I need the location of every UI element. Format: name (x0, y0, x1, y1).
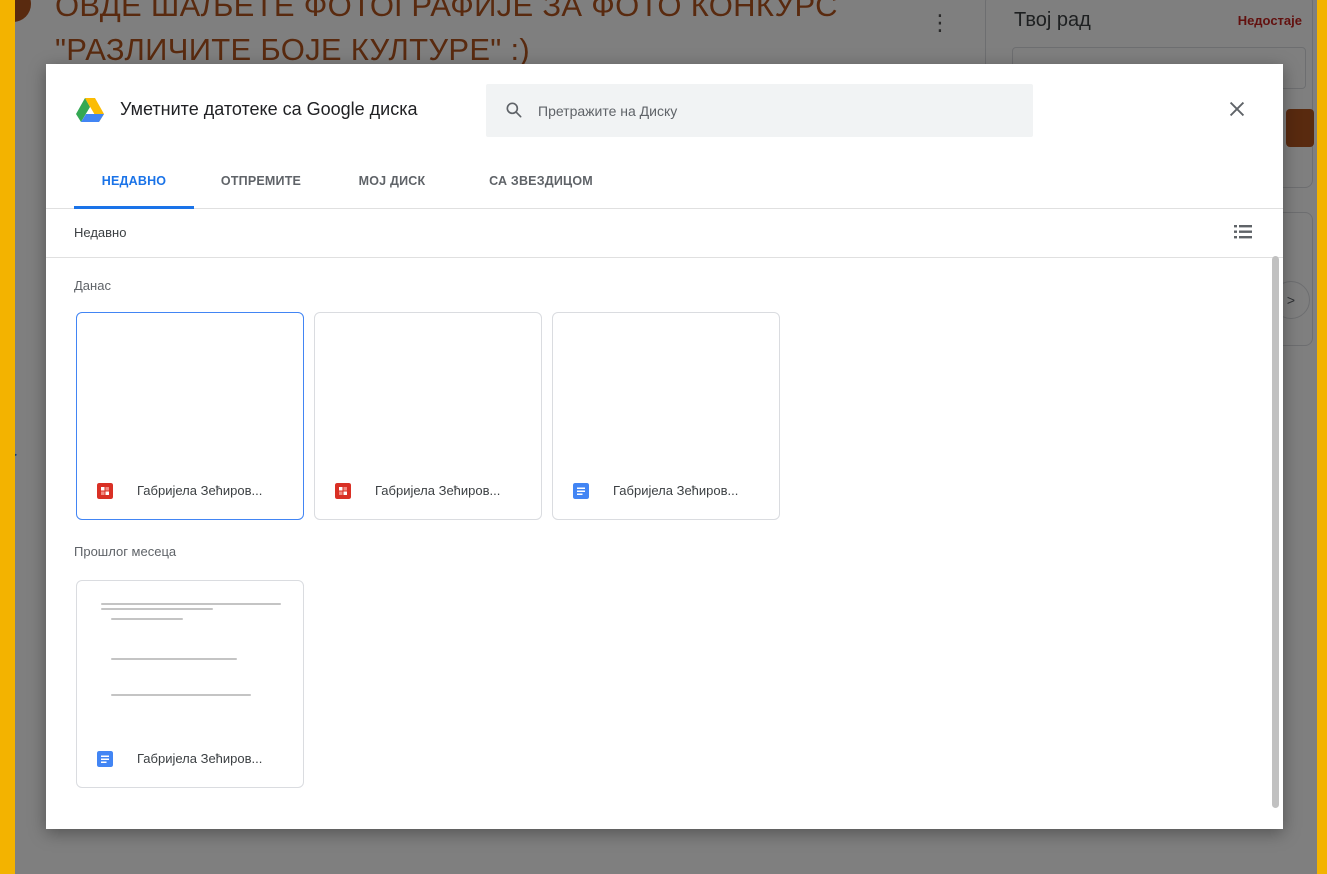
file-name: Габријела Зећиров... (137, 751, 263, 766)
tab-bar: НЕДАВНО ОТПРЕМИТЕ МОЈ ДИСК СА ЗВЕЗДИЦОМ (46, 156, 1283, 209)
file-footer: Габријела Зећиров... (97, 751, 295, 769)
tab-starred[interactable]: СА ЗВЕЗДИЦОМ (466, 156, 616, 208)
file-card[interactable]: Габријела Зећиров... (552, 312, 780, 520)
search-input[interactable] (536, 96, 1010, 126)
file-card[interactable]: Габријела Зећиров... (76, 580, 304, 788)
dialog-header: Уметните датотеке са Google диска (46, 64, 1283, 156)
drive-picker-dialog: Уметните датотеке са Google диска НЕДАВН… (46, 64, 1283, 829)
tab-my-drive[interactable]: МОЈ ДИСК (338, 156, 446, 208)
dialog-title: Уметните датотеке са Google диска (120, 99, 418, 119)
file-name: Габријела Зећиров... (375, 483, 501, 498)
tab-recent[interactable]: НЕДАВНО (74, 156, 194, 209)
scrollbar[interactable] (1272, 256, 1279, 808)
tab-upload[interactable]: ОТПРЕМИТЕ (206, 156, 316, 208)
file-card[interactable]: Габријела Зећиров... (76, 312, 304, 520)
section-title-today: Данас (74, 278, 111, 293)
file-name: Габријела Зећиров... (613, 483, 739, 498)
image-file-icon (97, 483, 113, 499)
close-icon[interactable] (1226, 98, 1248, 120)
file-card[interactable]: Габријела Зећиров... (314, 312, 542, 520)
document-thumbnail (101, 603, 281, 699)
search-icon[interactable] (504, 100, 524, 120)
file-grid: Данас Габријела Зећиров... Габријела Зећ… (46, 258, 1283, 829)
google-drive-icon (76, 98, 104, 122)
file-footer: Габријела Зећиров... (573, 483, 771, 501)
file-footer: Габријела Зећиров... (97, 483, 295, 501)
section-title-last-month: Прошлог месеца (74, 544, 177, 559)
list-view-icon[interactable] (1232, 221, 1254, 243)
file-name: Габријела Зећиров... (137, 483, 263, 498)
docs-file-icon (573, 483, 589, 499)
file-footer: Габријела Зећиров... (335, 483, 533, 501)
breadcrumb-bar: Недавно (46, 209, 1283, 258)
search-box[interactable] (486, 84, 1033, 137)
docs-file-icon (97, 751, 113, 767)
breadcrumb: Недавно (74, 225, 127, 240)
image-file-icon (335, 483, 351, 499)
